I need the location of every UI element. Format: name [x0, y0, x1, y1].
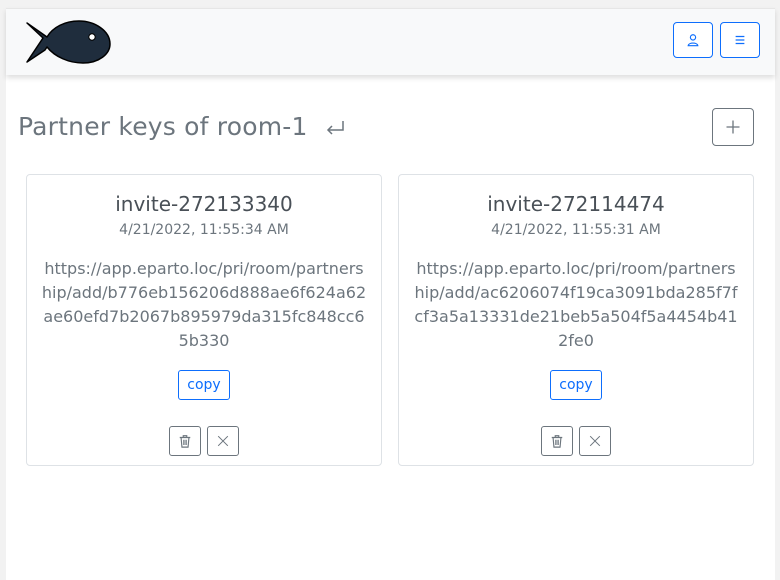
plus-icon	[726, 120, 740, 134]
trash-icon	[179, 435, 191, 448]
delete-button[interactable]	[169, 426, 201, 456]
add-button[interactable]	[712, 108, 754, 146]
x-icon	[217, 435, 229, 447]
page-title: Partner keys of room-1	[18, 111, 308, 141]
copy-button[interactable]: copy	[178, 370, 230, 400]
person-icon	[687, 34, 699, 47]
card-url: https://app.eparto.loc/pri/room/partners…	[41, 259, 367, 350]
card-actions	[399, 426, 753, 456]
card-actions	[27, 426, 381, 456]
user-button[interactable]	[673, 22, 713, 58]
partner-key-card: invite-272133340 4/21/2022, 11:55:34 AM …	[26, 174, 382, 466]
title-row: Partner keys of room-1	[18, 108, 346, 144]
card-date: 4/21/2022, 11:55:31 AM	[491, 222, 661, 238]
delete-button[interactable]	[541, 426, 573, 456]
return-arrow-icon[interactable]	[324, 119, 346, 137]
card-title: invite-272133340	[115, 192, 293, 216]
fish-logo-icon[interactable]	[25, 19, 111, 65]
x-icon	[589, 435, 601, 447]
partner-key-card: invite-272114474 4/21/2022, 11:55:31 AM …	[398, 174, 754, 466]
trash-icon	[551, 435, 563, 448]
card-url: https://app.eparto.loc/pri/room/partners…	[414, 259, 738, 350]
close-button[interactable]	[207, 426, 239, 456]
card-title: invite-272114474	[487, 192, 665, 216]
menu-button[interactable]	[720, 22, 760, 58]
page: Partner keys of room-1 invite-272133340 …	[6, 8, 775, 580]
navbar	[6, 8, 775, 75]
card-date: 4/21/2022, 11:55:34 AM	[119, 222, 289, 238]
copy-button[interactable]: copy	[550, 370, 602, 400]
hamburger-menu-icon	[735, 35, 745, 45]
close-button[interactable]	[579, 426, 611, 456]
